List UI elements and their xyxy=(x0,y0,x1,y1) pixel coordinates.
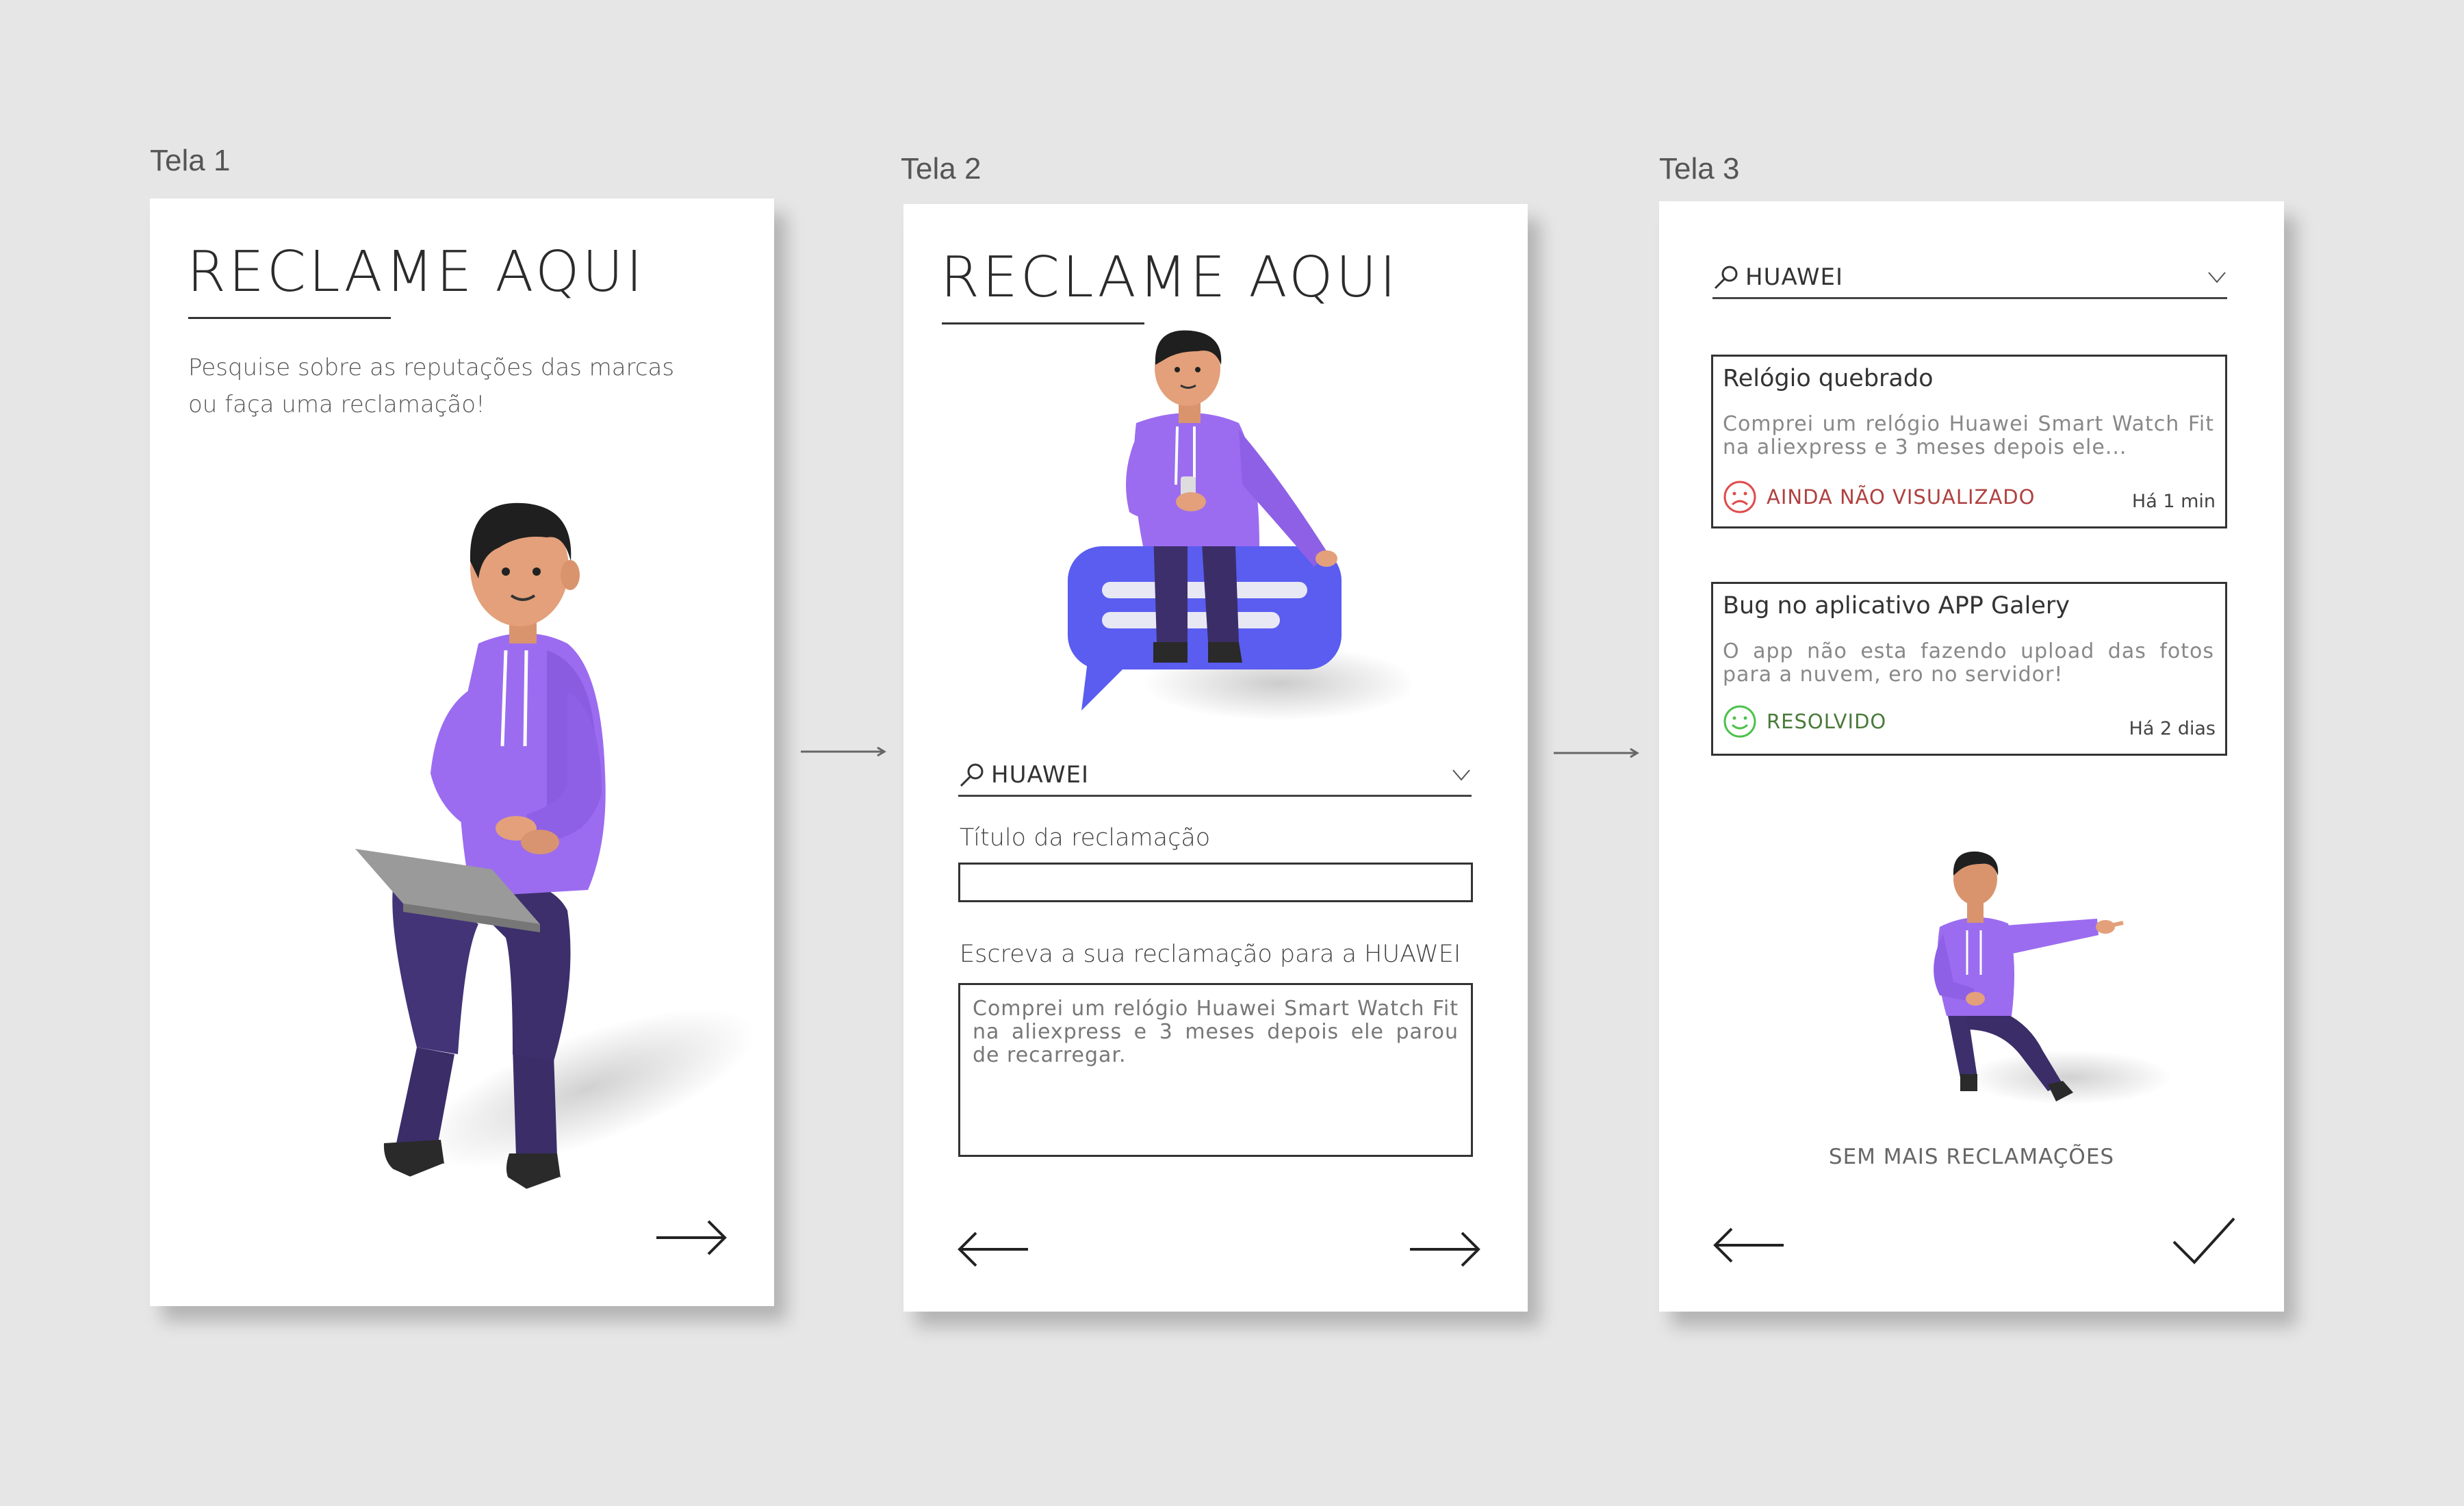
chevron-down-icon[interactable] xyxy=(2207,269,2227,285)
intro-line-1: Pesquise sobre as reputações das marcas xyxy=(188,354,675,381)
complaint-card[interactable]: Relógio quebrado Comprei um relógio Huaw… xyxy=(1711,355,2227,528)
timestamp: Há 1 min xyxy=(2131,491,2216,512)
status-badge: RESOLVIDO xyxy=(1723,704,1886,739)
screen-2-label: Tela 2 xyxy=(901,152,981,186)
screen-2: RECLAME AQUI HUAWEI Título da reclamação… xyxy=(903,204,1528,1312)
screen-3: HUAWEI Relógio quebrado Comprei um relóg… xyxy=(1659,201,2284,1312)
confirm-check-icon[interactable] xyxy=(2170,1214,2238,1269)
brand-search-input[interactable]: HUAWEI xyxy=(958,755,1472,797)
brand-underline xyxy=(942,322,1144,324)
title-field[interactable] xyxy=(958,863,1473,902)
status-badge: AINDA NÃO VISUALIZADO xyxy=(1723,480,2035,514)
chevron-down-icon[interactable] xyxy=(1451,767,1472,783)
complaint-title: Relógio quebrado xyxy=(1723,365,1934,392)
brand-title: RECLAME AQUI xyxy=(940,245,1399,310)
search-icon xyxy=(1714,266,1738,290)
complaint-field-label: Escreva a sua reclamação para a HUAWEI xyxy=(960,941,1461,968)
flow-arrow-2-icon xyxy=(1554,748,1639,758)
timestamp: Há 2 dias xyxy=(2129,718,2216,739)
flow-arrow-1-icon xyxy=(801,746,886,757)
back-arrow-icon[interactable] xyxy=(1711,1225,1786,1266)
person-chat-bubble-illustration xyxy=(1068,330,1410,721)
intro-line-2: ou faça uma reclamação! xyxy=(188,391,485,418)
happy-face-icon xyxy=(1723,705,1756,738)
screen-1-label: Tela 1 xyxy=(150,144,231,177)
next-arrow-icon[interactable] xyxy=(1407,1229,1483,1270)
title-field-label: Título da reclamação xyxy=(960,824,1211,852)
search-icon xyxy=(960,763,984,787)
intro-text: Pesquise sobre as reputações das marcas … xyxy=(188,349,708,423)
complaint-description: Comprei um relógio Huawei Smart Watch Fi… xyxy=(1723,412,2214,459)
next-arrow-icon[interactable] xyxy=(654,1217,729,1258)
status-text: RESOLVIDO xyxy=(1767,710,1887,733)
search-value: HUAWEI xyxy=(991,761,1089,789)
brand-title: RECLAME AQUI xyxy=(187,240,645,305)
brand-search-input[interactable]: HUAWEI xyxy=(1712,257,2227,299)
screen-1: RECLAME AQUI Pesquise sobre as reputaçõe… xyxy=(150,199,774,1306)
complaint-description: O app não esta fazendo upload das fotos … xyxy=(1723,639,2214,687)
search-value: HUAWEI xyxy=(1745,264,1843,291)
person-pointing-illustration xyxy=(1934,851,2172,1105)
back-arrow-icon[interactable] xyxy=(955,1229,1031,1270)
complaint-card[interactable]: Bug no aplicativo APP Galery O app não e… xyxy=(1711,582,2227,756)
empty-state-text: SEM MAIS RECLAMAÇÕES xyxy=(1828,1145,2115,1169)
status-text: AINDA NÃO VISUALIZADO xyxy=(1767,485,2036,509)
complaint-textarea[interactable]: Comprei um relógio Huawei Smart Watch Fi… xyxy=(958,983,1473,1157)
sad-face-icon xyxy=(1723,481,1756,513)
brand-underline xyxy=(188,317,391,319)
person-laptop-illustration xyxy=(355,502,752,1194)
screen-3-label: Tela 3 xyxy=(1659,152,1740,186)
complaint-title: Bug no aplicativo APP Galery xyxy=(1723,592,2070,620)
